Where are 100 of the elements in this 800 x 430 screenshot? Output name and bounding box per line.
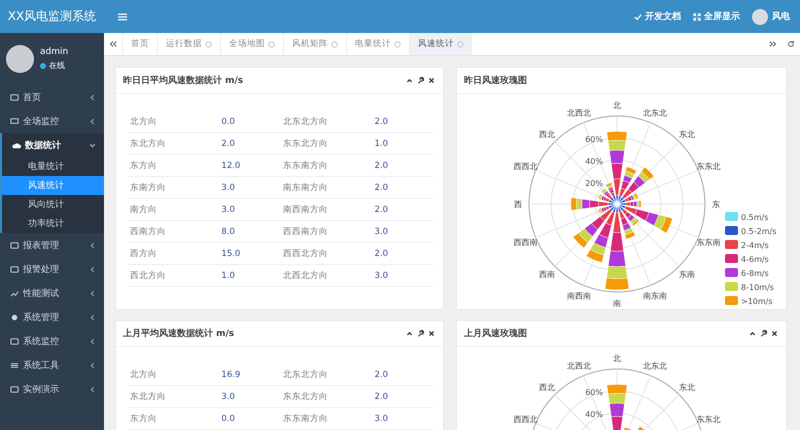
panel-title: 昨日日平均风速数据统计 m/s: [123, 74, 244, 87]
table-cell: 东北方向: [128, 132, 220, 154]
chevron-up-icon[interactable]: [406, 77, 413, 84]
direction-label: 南东南: [642, 291, 667, 300]
chevron-up-icon[interactable]: [406, 330, 413, 337]
direction-label: 东北: [679, 383, 695, 392]
table-cell: 北方向: [128, 111, 220, 132]
app-title: XX风电监测系统: [0, 0, 104, 33]
table-cell: 北东北方向: [281, 364, 373, 386]
table-cell: 2.0: [372, 111, 434, 132]
wrench-icon[interactable]: [417, 77, 424, 84]
sidebar-item[interactable]: 系统监控: [0, 329, 104, 353]
panel-title: 上月平均风速数据统计 m/s: [123, 327, 234, 340]
sidebar-item[interactable]: 首页: [0, 85, 104, 109]
table-cell: 北东北方向: [281, 111, 373, 132]
submenu-item[interactable]: 风向统计: [2, 195, 104, 214]
table-cell: 西北方向: [128, 264, 220, 286]
sidebar-item[interactable]: 系统管理: [0, 305, 104, 329]
expand-icon: [693, 12, 701, 20]
table-cell: 0.0: [219, 408, 282, 430]
wrench-icon[interactable]: [760, 330, 767, 337]
chevron-left-icon: [89, 362, 96, 368]
sidebar-item[interactable]: 数据统计: [2, 133, 104, 157]
sidebar-item[interactable]: 性能测试: [0, 281, 104, 305]
table-cell: 2.0: [372, 386, 434, 408]
axis-tick-label: 40%: [585, 157, 603, 166]
wrench-icon[interactable]: [417, 330, 424, 337]
legend-label: >10m/s: [741, 297, 773, 306]
menu-item-icon: [10, 264, 19, 274]
close-icon[interactable]: [428, 77, 435, 84]
legend-label: 8-10m/s: [741, 283, 774, 292]
chevron-left-icon: [89, 242, 96, 248]
panel-title: 上月风速玫瑰图: [464, 327, 527, 340]
table-cell: 西南方向: [128, 220, 220, 242]
direction-label: 西北: [539, 383, 555, 392]
sidebar-item[interactable]: 报警处理: [0, 257, 104, 281]
table-cell: 1.0: [372, 132, 434, 154]
menu-item-icon: [12, 140, 21, 150]
direction-label: 东东北: [696, 162, 720, 172]
check-icon: [634, 12, 642, 20]
direction-label: 北: [613, 101, 621, 110]
chevron-up-icon[interactable]: [749, 330, 756, 337]
sidebar-item[interactable]: 报表管理: [0, 233, 104, 257]
table-cell: 东东南方向: [281, 154, 373, 176]
table-cell: 南西南方向: [281, 198, 373, 220]
table-cell: 2.0: [372, 154, 434, 176]
tab[interactable]: 风速统计: [409, 33, 472, 55]
table-cell: 0.0: [219, 111, 282, 132]
tab[interactable]: 全场地图: [220, 33, 283, 55]
tab[interactable]: 风机矩阵: [283, 33, 346, 55]
table-cell: 东方向: [128, 154, 220, 176]
axis-tick-label: 20%: [585, 179, 603, 188]
legend-label: 0.5m/s: [741, 213, 768, 222]
menu-item-icon: [10, 312, 19, 322]
menu-item-icon: [10, 116, 19, 126]
tab[interactable]: 首页: [122, 33, 157, 55]
menu-item-icon: [10, 360, 19, 370]
header-link[interactable]: 全屏显示: [693, 10, 740, 23]
legend-label: 4-6m/s: [741, 255, 769, 264]
table-cell: 东方向: [128, 408, 220, 430]
table-cell: 2.0: [372, 364, 434, 386]
direction-label: 西南: [539, 270, 555, 279]
menu-item-icon: [10, 384, 19, 394]
direction-label: 东东南: [696, 238, 720, 247]
table-cell: 东东南方向: [281, 408, 373, 430]
table-cell: 2.0: [372, 176, 434, 198]
chevron-left-icon: [89, 386, 96, 392]
table-cell: 南东南方向: [281, 176, 373, 198]
header-link[interactable]: 开发文档: [634, 10, 681, 23]
direction-label: 东北: [679, 130, 695, 139]
direction-label: 西北: [539, 130, 555, 139]
direction-label: 西西北: [514, 162, 538, 172]
direction-label: 南西南: [567, 291, 592, 300]
submenu-item[interactable]: 功率统计: [2, 214, 104, 233]
close-icon[interactable]: [428, 330, 435, 337]
table-cell: 12.0: [219, 154, 282, 176]
axis-tick-label: 40%: [585, 410, 603, 419]
avatar: [6, 45, 34, 73]
table-cell: 东东北方向: [281, 386, 373, 408]
direction-label: 北西北: [567, 108, 592, 118]
sidebar-item[interactable]: 系统工具: [0, 353, 104, 377]
table-cell: 南方向: [128, 198, 220, 220]
avatar[interactable]: [752, 8, 768, 24]
table-cell: 西方向: [128, 242, 220, 264]
table-cell: 东北方向: [128, 386, 220, 408]
axis-tick-label: 60%: [585, 135, 603, 144]
direction-label: 北东北: [642, 108, 667, 118]
submenu-item[interactable]: 电量统计: [2, 157, 104, 176]
table-cell: 3.0: [372, 220, 434, 242]
close-icon[interactable]: [771, 330, 778, 337]
direction-label: 西: [514, 200, 522, 209]
tab[interactable]: 运行数据: [157, 33, 220, 55]
chevron-left-icon: [89, 290, 96, 296]
sidebar-item[interactable]: 全场监控: [0, 109, 104, 133]
direction-label: 北西北: [567, 362, 592, 371]
table-cell: 2.0: [219, 132, 282, 154]
user-name[interactable]: 风电: [772, 10, 790, 23]
sidebar-item[interactable]: 实例演示: [0, 377, 104, 401]
table-cell: 1.0: [219, 264, 282, 286]
menu-icon[interactable]: [118, 12, 127, 20]
